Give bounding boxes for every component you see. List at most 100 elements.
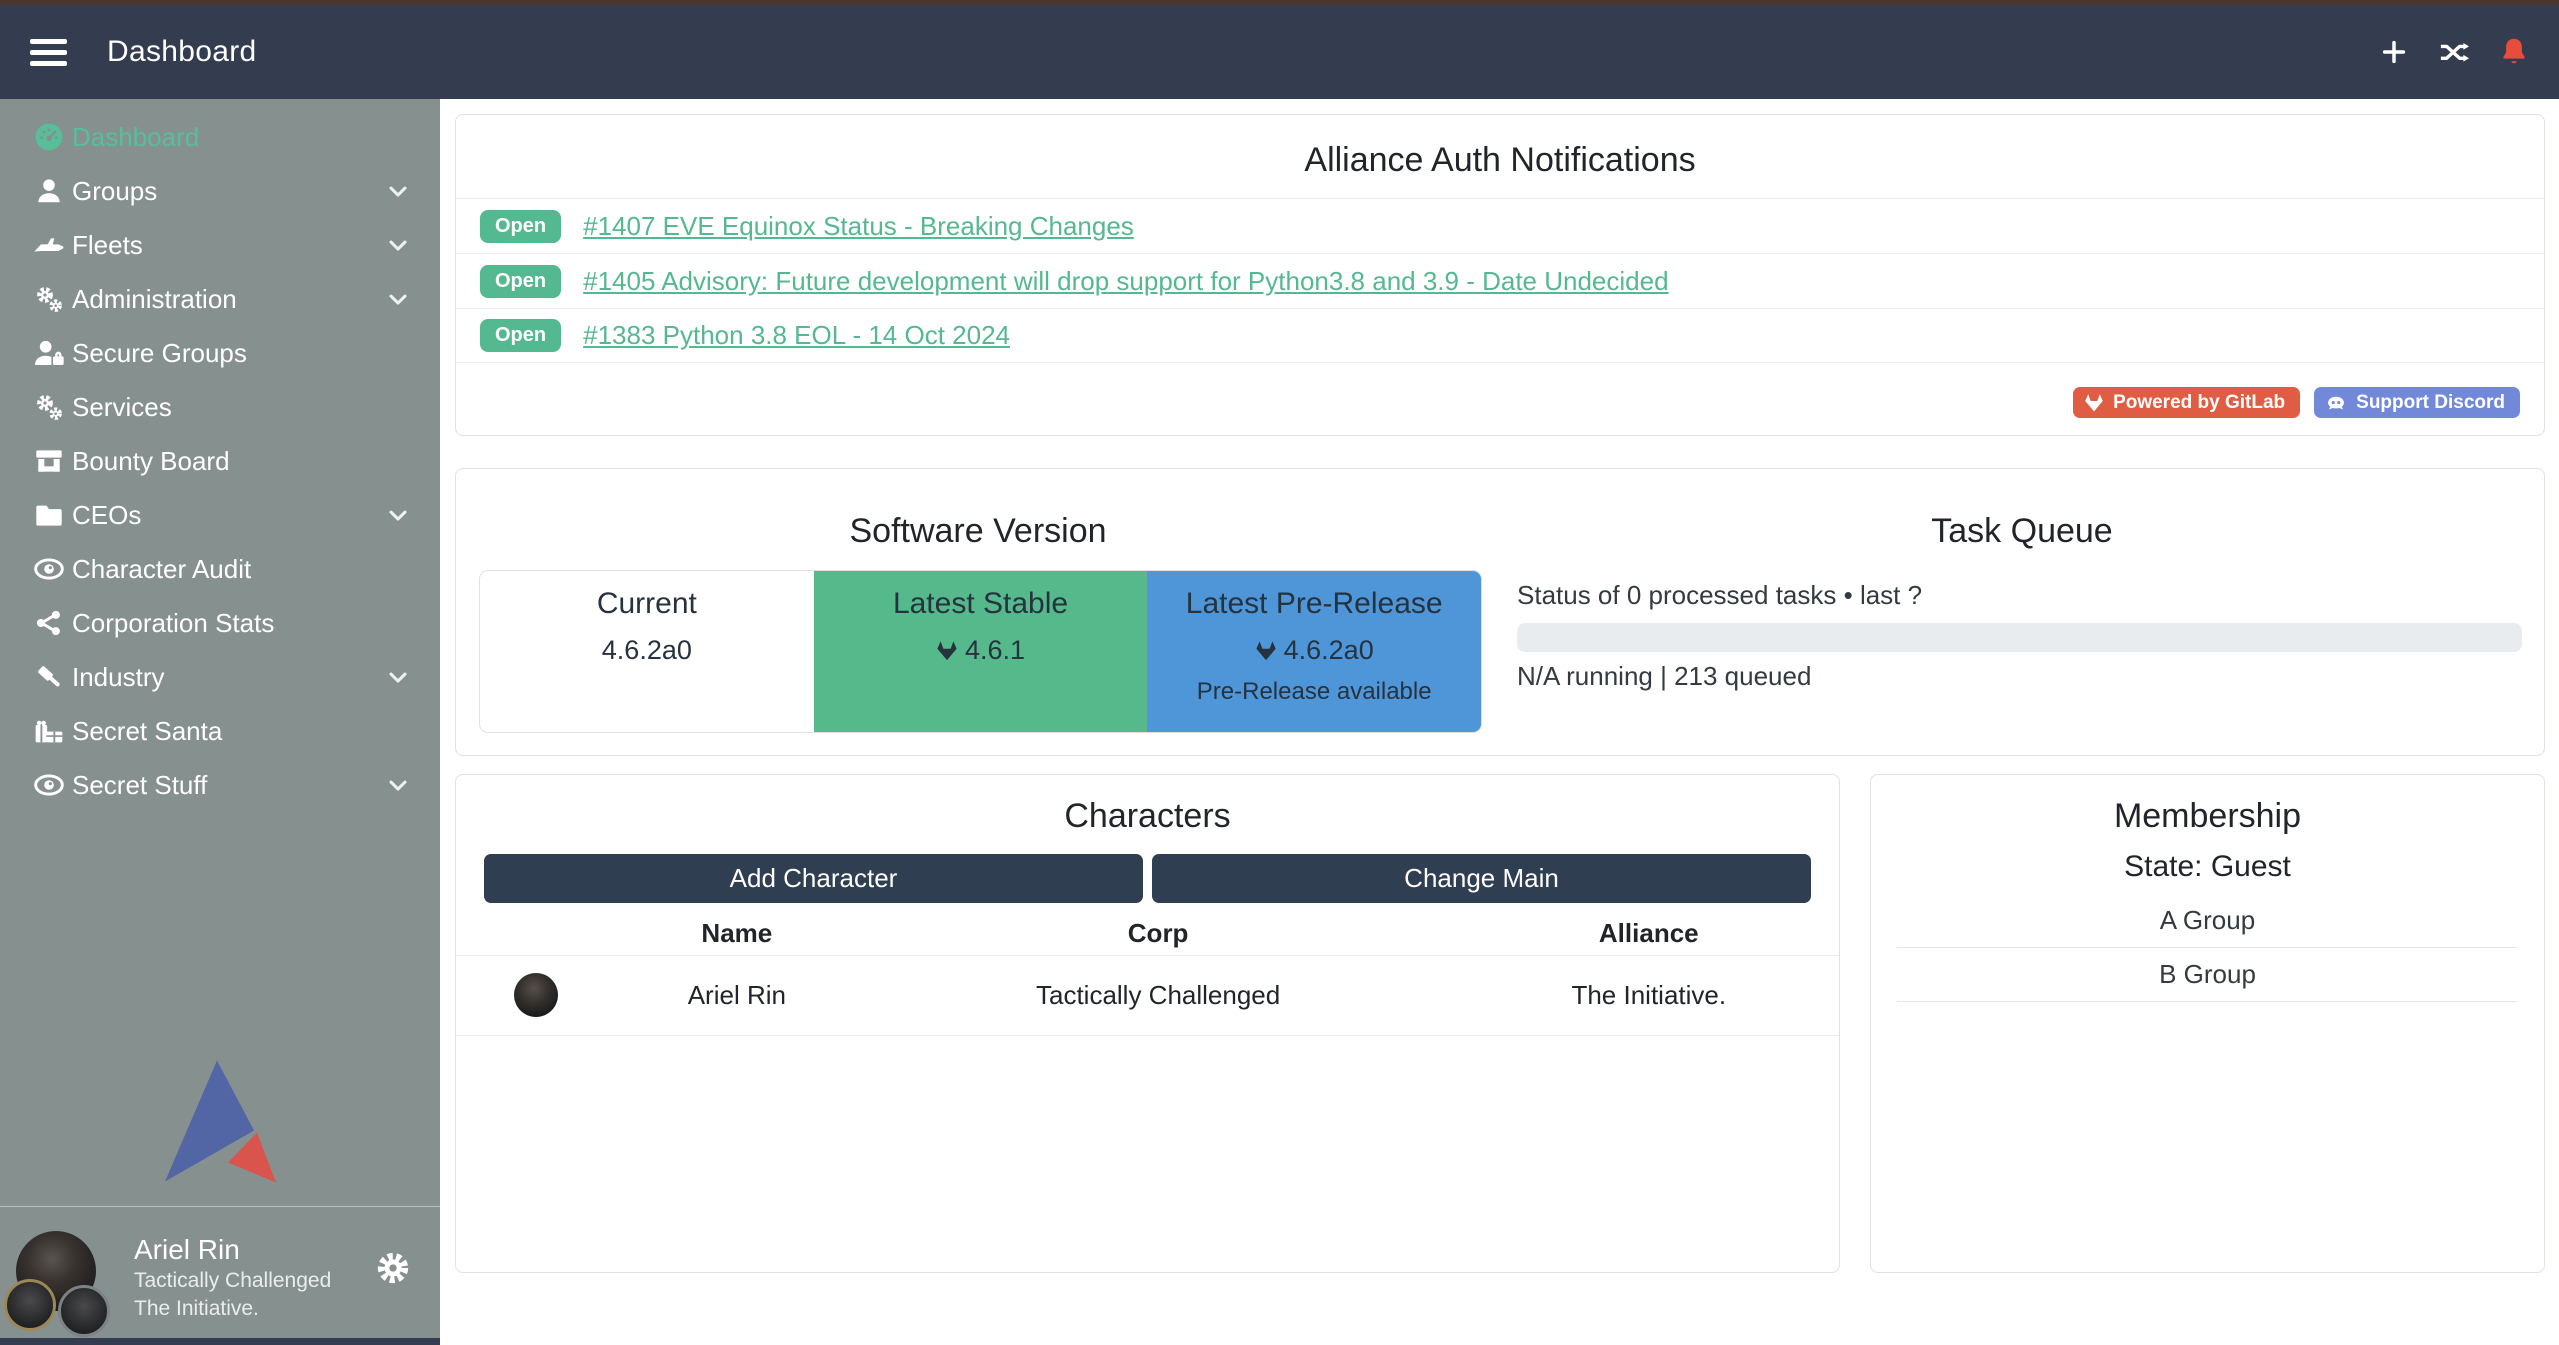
cell-character-alliance: The Initiative. (1459, 955, 1839, 1035)
version-number: 4.6.2a0 (1284, 635, 1374, 666)
add-character-button[interactable]: Add Character (484, 854, 1143, 903)
sidebar-item-label: Administration (72, 284, 237, 315)
sidebar-item-label: Fleets (72, 230, 143, 261)
characters-table: Name Corp Alliance Ariel Rin Tactically … (456, 913, 1839, 1036)
eye-icon (26, 553, 72, 585)
badge-label: Support Discord (2356, 392, 2505, 414)
notifications-title: Alliance Auth Notifications (456, 115, 2544, 180)
prerelease-note: Pre-Release available (1147, 678, 1481, 706)
sidebar-item-label: Bounty Board (72, 446, 230, 477)
version-number: 4.6.1 (965, 635, 1025, 666)
notification-link[interactable]: #1383 Python 3.8 EOL - 14 Oct 2024 (583, 320, 1010, 351)
gitlab-icon (2084, 393, 2104, 413)
sidebar-item-label: Corporation Stats (72, 608, 274, 639)
sidebar-item-label: Services (72, 392, 172, 423)
chevron-down-icon (384, 501, 412, 529)
characters-title: Characters (456, 775, 1839, 836)
version-stable-cell: Latest Stable 4.6.1 (814, 571, 1148, 732)
shuffle-icon[interactable] (2437, 37, 2471, 67)
navbar: Dashboard (0, 5, 2559, 99)
add-icon[interactable] (2379, 37, 2409, 67)
menu-toggle-button[interactable] (30, 39, 67, 66)
sidebar-item-bounty-board[interactable]: Bounty Board (0, 434, 440, 488)
notifications-panel: Alliance Auth Notifications Open #1407 E… (455, 114, 2545, 436)
version-cell-label: Latest Pre-Release (1147, 587, 1481, 621)
alliance-logo-badge (58, 1285, 110, 1337)
sidebar-item-secure-groups[interactable]: Secure Groups (0, 326, 440, 380)
chevron-down-icon (384, 285, 412, 313)
characters-panel: Characters Add Character Change Main Nam… (455, 774, 1840, 1273)
gears-icon (26, 283, 72, 315)
user-icon (26, 176, 72, 206)
sidebar-item-administration[interactable]: Administration (0, 272, 440, 326)
sidebar-item-secret-santa[interactable]: Secret Santa (0, 704, 440, 758)
software-version-section: Software Version Current 4.6.2a0 Latest … (456, 488, 1500, 733)
store-icon (26, 445, 72, 477)
group-list-item: A Group (1897, 894, 2518, 948)
powered-by-gitlab-badge[interactable]: Powered by GitLab (2073, 387, 2300, 418)
column-header-corp: Corp (858, 913, 1459, 955)
version-cell-label: Latest Stable (814, 587, 1148, 621)
chevron-down-icon (384, 177, 412, 205)
sidebar-item-label: Groups (72, 176, 157, 207)
character-avatar (514, 973, 558, 1017)
status-badge: Open (480, 210, 561, 243)
jet-icon (26, 229, 72, 261)
corp-logo-badge (4, 1279, 56, 1331)
chevron-down-icon (384, 771, 412, 799)
task-queue-summary: N/A running | 213 queued (1517, 661, 2522, 692)
user-corp: Tactically Challenged (134, 1267, 331, 1295)
chevron-down-icon (384, 231, 412, 259)
notification-link[interactable]: #1405 Advisory: Future development will … (583, 266, 1668, 297)
share-icon (26, 608, 72, 638)
sidebar-item-secret-stuff[interactable]: Secret Stuff (0, 758, 440, 812)
version-prerelease-cell: Latest Pre-Release 4.6.2a0 Pre-Release a… (1147, 571, 1481, 732)
sidebar-item-label: Secret Santa (72, 716, 222, 747)
gears-icon (26, 391, 72, 423)
sidebar-item-groups[interactable]: Groups (0, 164, 440, 218)
version-card: Current 4.6.2a0 Latest Stable 4.6.1 (479, 570, 1482, 733)
gitlab-icon (1255, 640, 1277, 662)
cell-character-name: Ariel Rin (616, 955, 858, 1035)
sidebar-item-label: Secret Stuff (72, 770, 207, 801)
sidebar-item-label: Character Audit (72, 554, 251, 585)
user-panel: Ariel Rin Tactically Challenged The Init… (0, 1206, 440, 1338)
sidebar-item-label: Secure Groups (72, 338, 247, 369)
sidebar-item-industry[interactable]: Industry (0, 650, 440, 704)
gitlab-icon (936, 640, 958, 662)
group-list-item: B Group (1897, 948, 2518, 1002)
user-name: Ariel Rin (134, 1233, 331, 1267)
change-main-button[interactable]: Change Main (1152, 854, 1811, 903)
sidebar-item-ceos[interactable]: CEOs (0, 488, 440, 542)
user-avatar (16, 1231, 116, 1338)
alliance-auth-logo (0, 1058, 440, 1184)
table-row: Ariel Rin Tactically Challenged The Init… (456, 955, 1839, 1035)
status-badge: Open (480, 319, 561, 352)
sidebar-item-dashboard[interactable]: Dashboard (0, 110, 440, 164)
user-settings-gear-icon[interactable] (376, 1251, 410, 1285)
page-title: Dashboard (107, 35, 256, 69)
sidebar-item-services[interactable]: Services (0, 380, 440, 434)
support-discord-badge[interactable]: Support Discord (2314, 387, 2520, 418)
folder-icon (26, 499, 72, 531)
sidebar-item-label: CEOs (72, 500, 141, 531)
version-current-cell: Current 4.6.2a0 (480, 571, 814, 732)
sidebar-item-corporation-stats[interactable]: Corporation Stats (0, 596, 440, 650)
badge-label: Powered by GitLab (2113, 392, 2285, 414)
gifts-icon (26, 715, 72, 747)
dashboard-icon (26, 121, 72, 153)
task-queue-title: Task Queue (1500, 488, 2544, 551)
column-header-alliance: Alliance (1459, 913, 1839, 955)
notification-item: Open #1407 EVE Equinox Status - Breaking… (456, 198, 2544, 253)
software-version-title: Software Version (456, 488, 1500, 551)
notification-link[interactable]: #1407 EVE Equinox Status - Breaking Chan… (583, 211, 1134, 242)
sidebar-item-character-audit[interactable]: Character Audit (0, 542, 440, 596)
notification-bell-icon[interactable] (2499, 36, 2529, 68)
hammer-icon (26, 661, 72, 693)
task-queue-status: Status of 0 processed tasks • last ? (1517, 580, 2522, 611)
status-badge: Open (480, 265, 561, 298)
notification-item: Open #1405 Advisory: Future development … (456, 253, 2544, 308)
sidebar-item-fleets[interactable]: Fleets (0, 218, 440, 272)
user-alliance: The Initiative. (134, 1295, 331, 1323)
discord-icon (2325, 393, 2347, 413)
